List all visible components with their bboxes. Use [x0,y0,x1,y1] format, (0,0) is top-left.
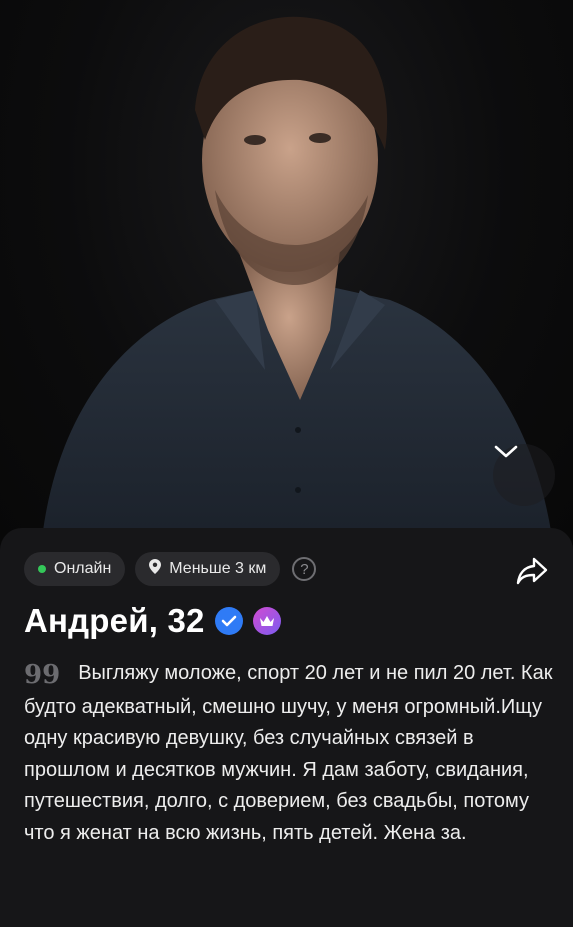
share-arrow-icon [515,556,549,591]
expand-photo-button[interactable] [493,444,555,506]
online-dot-icon [38,565,46,573]
bio-text: Выгляжу моложе, спорт 20 лет и не пил 20… [24,662,553,844]
crown-icon [252,607,281,635]
name-row: Андрей, 32 [24,602,281,640]
profile-bio: 99 Выгляжу моложе, спорт 20 лет и не пил … [24,658,554,849]
profile-card: Онлайн Меньше 3 км ? Андрей, 32 99 Выгляж… [0,528,573,927]
online-status-label: Онлайн [54,560,112,577]
online-status-chip: Онлайн [24,552,126,586]
location-pin-icon [149,559,162,579]
share-button[interactable] [513,554,551,592]
profile-photo[interactable] [0,0,573,560]
distance-label: Меньше 3 км [169,560,267,577]
distance-chip: Меньше 3 км [135,552,281,586]
quote-icon: 99 [24,660,61,690]
profile-name-age: Андрей, 32 [24,602,205,639]
verified-check-icon [214,607,243,635]
help-icon[interactable]: ? [292,557,317,581]
status-chips: Онлайн Меньше 3 км ? [24,552,317,586]
